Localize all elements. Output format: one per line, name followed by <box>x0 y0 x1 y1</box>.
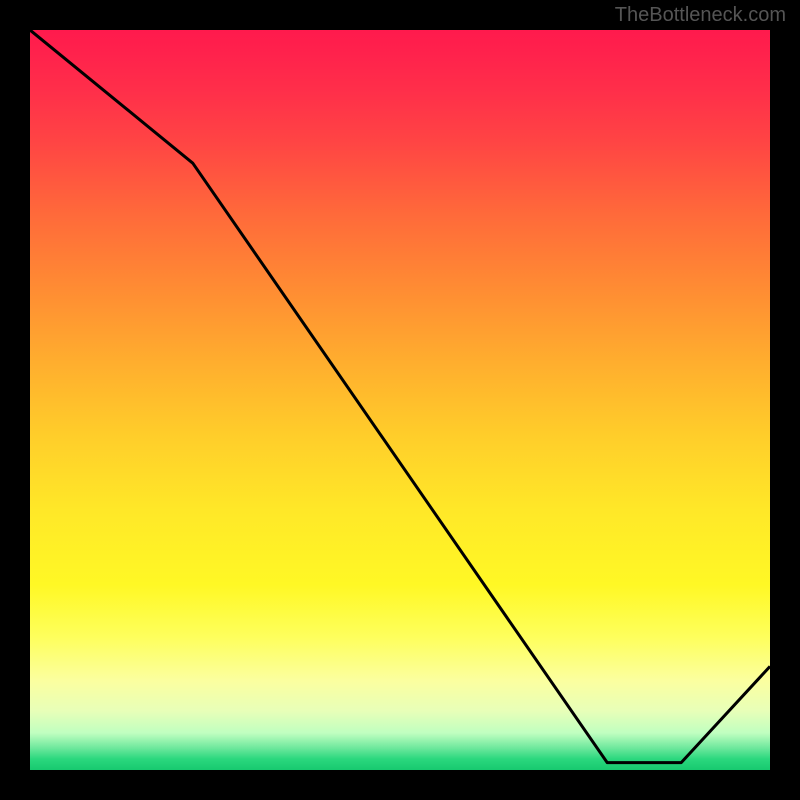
chart-line-svg <box>30 30 770 770</box>
bottleneck-curve <box>30 30 770 763</box>
watermark-text: TheBottleneck.com <box>615 4 786 27</box>
chart-plot-area <box>30 30 770 770</box>
